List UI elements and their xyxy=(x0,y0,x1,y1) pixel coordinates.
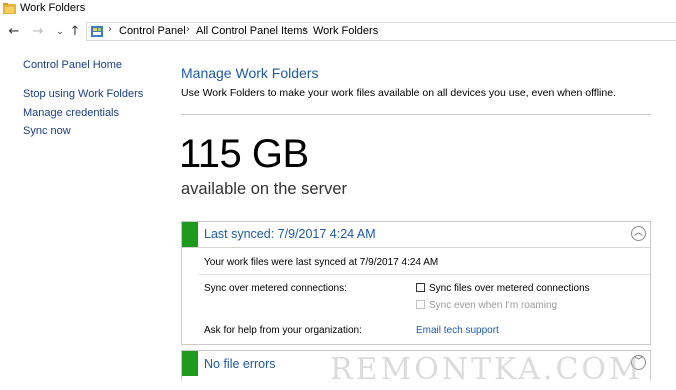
up-arrow-icon[interactable]: ↑ xyxy=(67,23,83,41)
forward-arrow-icon[interactable]: → xyxy=(30,23,46,41)
sync-status-header[interactable]: Last synced: 7/9/2017 4:24 AM ︿ xyxy=(182,222,650,248)
window-title: Work Folders xyxy=(20,2,86,14)
title-bar: Work Folders xyxy=(0,0,676,19)
email-tech-support-link[interactable]: Email tech support xyxy=(416,325,499,336)
chevron-down-icon[interactable]: ⌄ xyxy=(52,23,68,41)
chevron-up-icon[interactable]: ︿ xyxy=(631,226,646,241)
help-label: Ask for help from your organization: xyxy=(204,325,362,336)
breadcrumb-all-items[interactable]: All Control Panel Items xyxy=(196,25,308,37)
status-indicator xyxy=(182,351,198,376)
last-synced-detail: Your work files were last synced at 7/9/… xyxy=(204,257,439,268)
work-folders-icon xyxy=(3,3,16,14)
storage-available-value: 115 GB xyxy=(179,132,309,176)
checkbox-icon[interactable] xyxy=(416,300,425,309)
navigation-bar: ← → ⌄ ↑ › Control Panel › All Control Pa… xyxy=(0,19,676,45)
sync-metered-label: Sync files over metered connections xyxy=(429,283,590,294)
sidebar-item-stop-using[interactable]: Stop using Work Folders xyxy=(23,88,143,100)
breadcrumb-separator-icon: › xyxy=(303,24,307,35)
page-title: Manage Work Folders xyxy=(181,65,319,81)
breadcrumb-work-folders[interactable]: Work Folders xyxy=(313,25,378,37)
breadcrumb-separator-icon: › xyxy=(186,24,190,35)
sync-status-panel: Last synced: 7/9/2017 4:24 AM ︿ Your wor… xyxy=(181,221,651,345)
control-panel-icon xyxy=(91,26,103,37)
file-errors-panel[interactable]: No file errors ﹀ xyxy=(181,350,651,380)
page-description: Use Work Folders to make your work files… xyxy=(181,87,616,99)
sync-roaming-label: Sync even when I'm roaming xyxy=(429,300,558,311)
sync-roaming-checkbox[interactable]: Sync even when I'm roaming xyxy=(416,300,557,311)
sync-metered-checkbox[interactable]: Sync files over metered connections xyxy=(416,283,590,294)
status-indicator xyxy=(182,222,198,247)
sidebar-item-manage-credentials[interactable]: Manage credentials xyxy=(23,107,119,119)
file-errors-title: No file errors xyxy=(204,357,276,371)
checkbox-icon[interactable] xyxy=(416,283,425,292)
breadcrumb-control-panel[interactable]: Control Panel xyxy=(119,25,186,37)
divider xyxy=(181,114,651,115)
sidebar-item-sync-now[interactable]: Sync now xyxy=(23,125,71,137)
last-synced-title: Last synced: 7/9/2017 4:24 AM xyxy=(204,227,376,241)
metered-connections-label: Sync over metered connections: xyxy=(204,283,347,294)
breadcrumb-separator-icon: › xyxy=(108,24,112,35)
back-arrow-icon[interactable]: ← xyxy=(6,23,22,41)
chevron-down-icon[interactable]: ﹀ xyxy=(631,355,646,370)
storage-available-caption: available on the server xyxy=(181,180,348,198)
sidebar-item-control-panel-home[interactable]: Control Panel Home xyxy=(23,59,122,71)
address-bar[interactable]: › Control Panel › All Control Panel Item… xyxy=(86,22,676,41)
panel-divider xyxy=(198,274,650,275)
